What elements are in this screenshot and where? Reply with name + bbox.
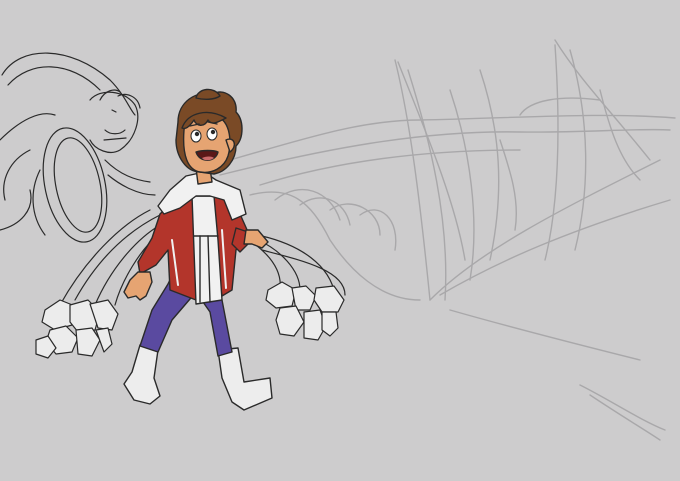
left-hand	[123, 271, 153, 301]
right-boot	[217, 347, 273, 411]
left-boot	[123, 344, 161, 405]
illustration-canvas	[0, 0, 680, 481]
main-character	[123, 88, 273, 411]
illustration-svg	[0, 39, 676, 441]
background-sketch	[219, 39, 676, 441]
sketch-creature	[0, 52, 156, 243]
left-crystal-cluster	[35, 299, 119, 359]
right-crystal-cluster	[265, 281, 345, 341]
